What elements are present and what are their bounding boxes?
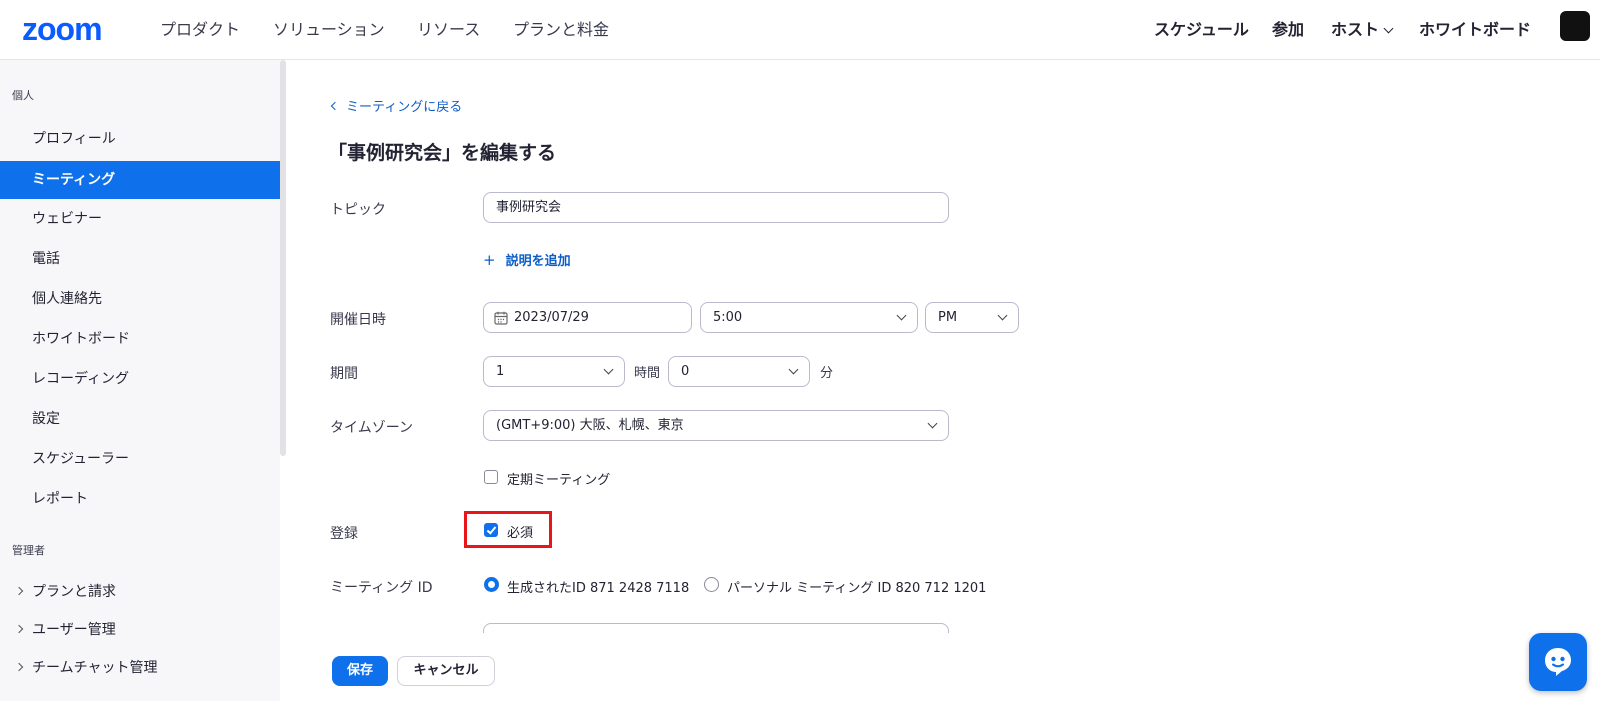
personal-id-radio[interactable] [704, 577, 719, 592]
sidebar-item-profile[interactable]: プロフィール [0, 120, 280, 158]
chevron-right-icon [14, 662, 24, 672]
nav-product[interactable]: プロダクト [160, 19, 240, 41]
sidebar-section-personal: 個人 [12, 89, 34, 102]
back-link-label: ミーティングに戻る [346, 100, 463, 115]
scroll-clip [330, 633, 970, 643]
topic-label: トピック [330, 202, 386, 218]
timezone-select[interactable]: (GMT+9:00) 大阪、札幌、東京 [483, 410, 949, 441]
duration-hours-select[interactable]: 1 [483, 356, 625, 387]
sidebar-section-admin: 管理者 [12, 544, 45, 557]
duration-label: 期間 [330, 366, 358, 382]
time-select[interactable]: 5:00 [700, 302, 918, 333]
sidebar-item-contacts[interactable]: 個人連絡先 [0, 280, 280, 318]
next-field-input[interactable] [483, 623, 949, 633]
sidebar-item-scheduler[interactable]: スケジューラー [0, 440, 280, 478]
chevron-down-icon [1383, 23, 1394, 34]
minutes-unit: 分 [820, 366, 834, 381]
plus-icon: + [483, 251, 496, 269]
sidebar-item-recordings[interactable]: レコーディング [0, 360, 280, 398]
nav-whiteboard[interactable]: ホワイトボード [1419, 19, 1531, 41]
support-chat-button[interactable] [1529, 633, 1587, 691]
calendar-icon [494, 311, 508, 325]
page-title: 「事例研究会」を編集する [328, 142, 557, 164]
date-value: 2023/07/29 [514, 310, 589, 325]
duration-minutes-value: 0 [681, 364, 690, 379]
chevron-down-icon [997, 310, 1008, 321]
sidebar-item-webinars[interactable]: ウェビナー [0, 200, 280, 238]
chevron-left-icon [330, 101, 340, 111]
zoom-logo[interactable]: zoom [22, 13, 103, 45]
sidebar-item-settings[interactable]: 設定 [0, 400, 280, 438]
personal-id-label: パーソナル ミーティング ID 820 712 1201 [727, 581, 987, 596]
meeting-id-label: ミーティング ID [330, 580, 433, 596]
date-picker[interactable]: 2023/07/29 [483, 302, 692, 333]
duration-hours-value: 1 [496, 364, 505, 379]
chevron-down-icon [788, 364, 799, 375]
time-value: 5:00 [713, 310, 743, 325]
nav-solutions[interactable]: ソリューション [273, 19, 385, 41]
chevron-right-icon [14, 624, 24, 634]
generated-id-radio[interactable] [484, 577, 499, 592]
hours-unit: 時間 [634, 366, 661, 381]
timezone-value: (GMT+9:00) 大阪、札幌、東京 [496, 418, 684, 433]
registration-label: 登録 [330, 526, 358, 542]
sidebar-item-label: チームチャット管理 [32, 660, 158, 676]
datetime-label: 開催日時 [330, 312, 386, 328]
nav-plans-pricing[interactable]: プランと料金 [513, 19, 609, 41]
chevron-down-icon [927, 418, 938, 429]
nav-resources[interactable]: リソース [417, 19, 480, 41]
back-to-meetings-link[interactable]: ミーティングに戻る [330, 96, 463, 115]
avatar[interactable] [1560, 11, 1590, 41]
nav-host[interactable]: ホスト [1331, 19, 1394, 41]
sidebar-item-meetings[interactable]: ミーティング [0, 161, 280, 199]
sidebar-item-user-management[interactable]: ユーザー管理 [0, 611, 280, 649]
annotation-highlight-box [464, 511, 552, 548]
nav-host-label: ホスト [1331, 20, 1380, 39]
nav-schedule[interactable]: スケジュール [1154, 19, 1249, 41]
recurring-checkbox[interactable] [484, 470, 498, 484]
sidebar: 個人 プロフィール ミーティング ウェビナー 電話 個人連絡先 ホワイトボード … [0, 60, 280, 701]
sidebar-item-whiteboards[interactable]: ホワイトボード [0, 320, 280, 358]
recurring-label: 定期ミーティング [507, 473, 611, 488]
add-description-link[interactable]: + 説明を追加 [483, 250, 571, 269]
chevron-right-icon [14, 586, 24, 596]
top-navigation-bar: zoom プロダクト ソリューション リソース プランと料金 スケジュール 参加… [0, 0, 1600, 60]
duration-minutes-select[interactable]: 0 [668, 356, 810, 387]
ampm-select[interactable]: PM [925, 302, 1019, 333]
sidebar-item-label: プランと請求 [32, 584, 116, 600]
nav-join[interactable]: 参加 [1272, 19, 1304, 41]
sidebar-item-phone[interactable]: 電話 [0, 240, 280, 278]
ampm-value: PM [938, 310, 958, 325]
cancel-button[interactable]: キャンセル [397, 656, 495, 686]
sidebar-item-label: ユーザー管理 [32, 622, 116, 638]
chevron-down-icon [896, 310, 907, 321]
sidebar-scrollbar[interactable] [280, 60, 286, 456]
sidebar-item-reports[interactable]: レポート [0, 480, 280, 518]
chevron-down-icon [603, 364, 614, 375]
chat-bot-icon [1545, 648, 1571, 676]
sidebar-item-team-chat[interactable]: チームチャット管理 [0, 649, 280, 687]
save-button[interactable]: 保存 [332, 656, 388, 686]
sidebar-item-plans-billing[interactable]: プランと請求 [0, 573, 280, 611]
topic-input[interactable]: 事例研究会 [483, 192, 949, 223]
timezone-label: タイムゾーン [330, 420, 414, 436]
add-description-label: 説明を追加 [505, 254, 571, 269]
generated-id-label: 生成されたID 871 2428 7118 [507, 581, 690, 596]
